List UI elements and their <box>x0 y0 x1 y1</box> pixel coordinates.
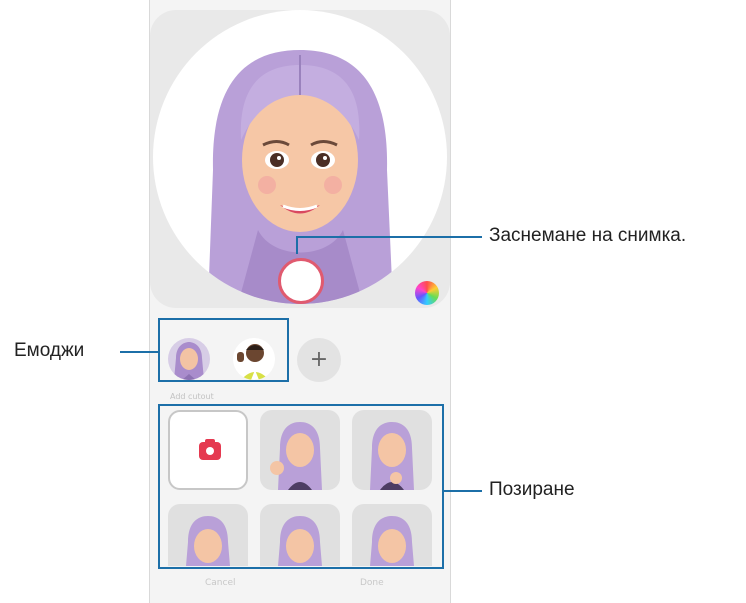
done-button[interactable]: Done <box>360 578 384 588</box>
capture-callout-line <box>298 236 482 238</box>
add-emoji-button[interactable]: + <box>297 338 341 382</box>
section-label: Add cutout <box>170 392 214 401</box>
capture-callout-tick <box>296 236 298 254</box>
bottom-bar: Cancel Done <box>150 568 450 603</box>
poses-callout-label: Позиране <box>489 479 575 500</box>
color-palette-icon[interactable] <box>415 281 439 305</box>
emoji-highlight-frame <box>158 318 289 382</box>
camera-preview <box>150 10 450 308</box>
cancel-button[interactable]: Cancel <box>205 578 236 588</box>
capture-callout-label: Заснемане на снимка. <box>489 225 687 246</box>
emoji-callout-label: Емоджи <box>14 340 85 361</box>
shutter-button[interactable] <box>278 258 324 304</box>
poses-highlight-frame <box>158 404 444 569</box>
shutter-inner <box>287 267 315 295</box>
poses-callout-line <box>444 490 482 492</box>
emoji-callout-line <box>120 351 158 353</box>
